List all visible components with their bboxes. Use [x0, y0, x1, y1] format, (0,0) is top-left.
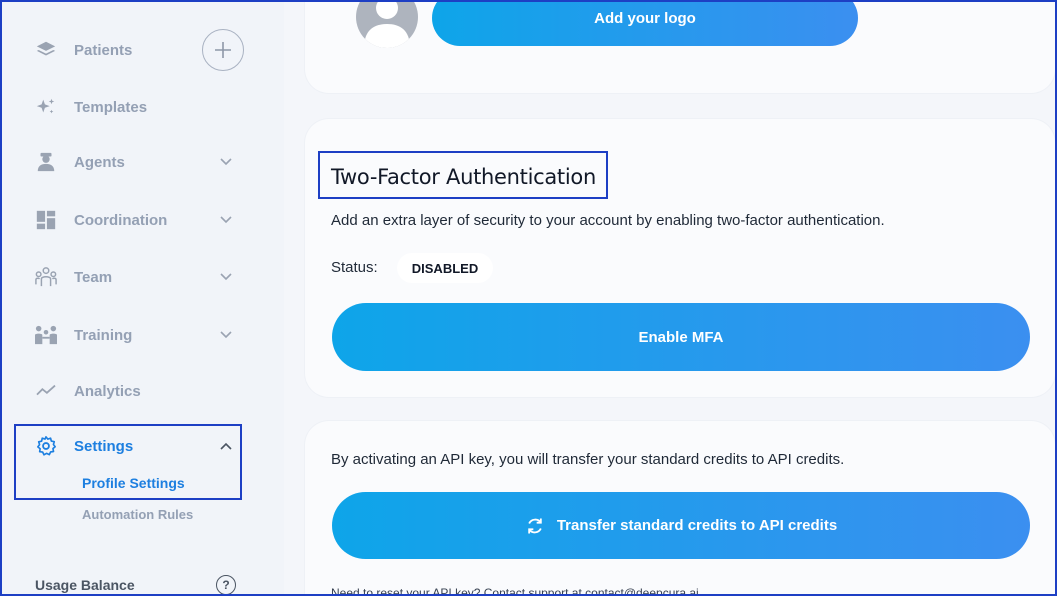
refresh-icon [525, 516, 545, 536]
add-logo-button[interactable]: Add your logo [432, 0, 858, 46]
two-factor-title: Two-Factor Authentication [331, 165, 596, 189]
chevron-down-icon [218, 327, 234, 343]
add-patient-button[interactable] [202, 29, 244, 71]
team-icon [34, 265, 58, 289]
sidebar-item-label: Analytics [74, 382, 141, 400]
sidebar-item-label: Templates [74, 98, 148, 116]
two-factor-description: Add an extra layer of security to your a… [331, 212, 885, 229]
sidebar-item-team[interactable]: Team [2, 257, 262, 297]
help-icon[interactable]: ? [216, 575, 236, 595]
transfer-credits-label: Transfer standard credits to API credits [556, 517, 838, 534]
transfer-credits-button[interactable]: Transfer standard credits to API credits [332, 492, 1030, 559]
sidebar-item-agents[interactable]: Agents [2, 142, 262, 182]
analytics-icon [34, 379, 58, 403]
status-badge: DISABLED [397, 253, 493, 283]
api-description: By activating an API key, you will trans… [331, 451, 845, 468]
usage-balance-label: Usage Balance [35, 577, 135, 593]
sidebar-item-templates[interactable]: Templates [2, 87, 262, 127]
layers-icon [34, 38, 58, 62]
chevron-down-icon [218, 212, 234, 228]
agent-icon [34, 150, 58, 174]
sidebar-item-label: Training [74, 326, 133, 344]
sidebar-item-training[interactable]: Training [2, 315, 262, 355]
sidebar-subitem-automation-rules[interactable]: Automation Rules [82, 507, 193, 522]
chevron-down-icon [218, 154, 234, 170]
chevron-down-icon [218, 269, 234, 285]
training-icon [34, 323, 58, 347]
sidebar-subitem-profile-settings[interactable]: Profile Settings [82, 475, 185, 491]
dashboard-icon [34, 208, 58, 232]
enable-mfa-button[interactable]: Enable MFA [332, 303, 1030, 371]
sidebar-item-label: Patients [74, 41, 133, 59]
sidebar-item-analytics[interactable]: Analytics [2, 371, 262, 411]
api-reset-note: Need to reset your API key? Contact supp… [331, 586, 699, 596]
sidebar: Patients Templates Agents Coordination T… [2, 2, 284, 595]
sidebar-item-coordination[interactable]: Coordination [2, 200, 262, 240]
sidebar-item-label: Agents [74, 153, 125, 171]
sidebar-item-label: Team [74, 268, 113, 286]
status-label: Status: [331, 259, 378, 276]
plus-icon [215, 42, 231, 58]
sparkles-icon [34, 95, 58, 119]
sidebar-item-label: Coordination [74, 211, 168, 229]
